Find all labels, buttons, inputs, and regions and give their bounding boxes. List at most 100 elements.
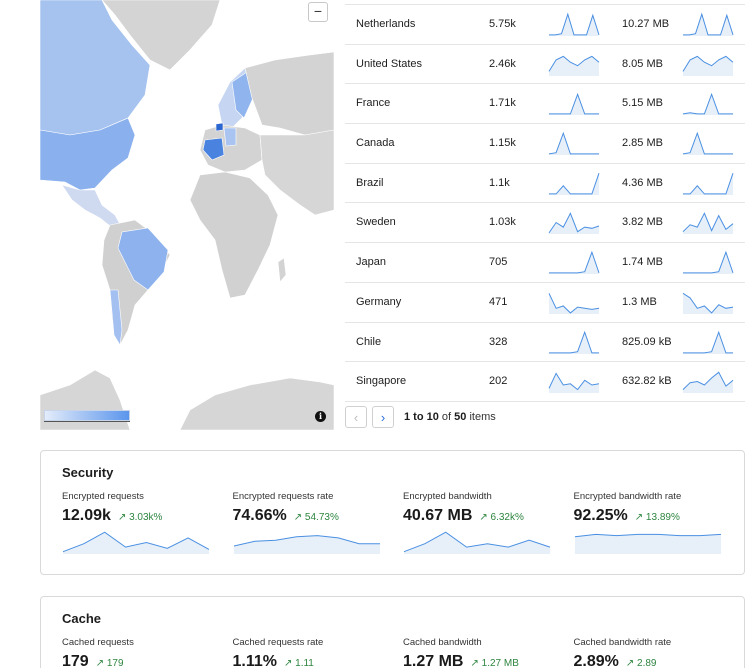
country-name: France bbox=[356, 97, 391, 110]
country-name: Sweden bbox=[356, 216, 396, 229]
metric-label: Encrypted bandwidth rate bbox=[573, 491, 682, 502]
country-name: Brazil bbox=[356, 176, 384, 189]
country-bandwidth: 825.09 kB bbox=[622, 335, 672, 348]
pagination-items: items bbox=[469, 411, 496, 423]
country-requests: 1.71k bbox=[489, 97, 516, 110]
info-icon[interactable]: i bbox=[315, 411, 326, 422]
table-row[interactable]: Japan 705 1.74 MB bbox=[345, 243, 745, 283]
pagination: ‹ › 1 to 10 of 50 items bbox=[345, 406, 496, 428]
metric-value: 1.11% bbox=[232, 653, 277, 668]
metric-delta: ↗ 54.73% bbox=[293, 512, 339, 523]
metric-value: 1.27 MB bbox=[403, 653, 464, 668]
map-madagascar bbox=[277, 257, 287, 283]
country-requests: 471 bbox=[489, 295, 508, 308]
requests-sparkline bbox=[548, 55, 600, 76]
metric-cache-1: Cached requests rate 1.11% ↗ 1.11 bbox=[233, 637, 393, 668]
country-bandwidth: 1.74 MB bbox=[622, 256, 663, 269]
bandwidth-sparkline bbox=[682, 292, 734, 314]
security-card: Security Encrypted requests 12.09k ↗ 3.03k… bbox=[40, 450, 745, 575]
country-bandwidth: 2.85 MB bbox=[622, 137, 663, 150]
metric-cache-0: Cached requests 179 ↗ 179 bbox=[62, 637, 222, 668]
requests-sparkline-area bbox=[549, 252, 599, 275]
metric-security-2: Encrypted bandwidth 40.67 MB ↗ 6.32k% bbox=[403, 491, 563, 555]
requests-sparkline-line bbox=[549, 172, 600, 195]
table-row[interactable]: Netherlands 5.75k 10.27 MB bbox=[345, 5, 745, 45]
pagination-total: 50 bbox=[454, 411, 467, 423]
requests-sparkline bbox=[549, 172, 600, 195]
next-page-button[interactable]: › bbox=[372, 406, 394, 428]
metric-sparkline-area bbox=[233, 535, 380, 554]
requests-sparkline bbox=[548, 212, 600, 235]
bandwidth-sparkline-line bbox=[683, 172, 734, 195]
metric-value: 12.09k bbox=[62, 507, 111, 524]
table-row[interactable]: Sweden 1.03k 3.82 MB bbox=[345, 203, 745, 244]
metric-value: 92.25% bbox=[573, 507, 628, 524]
cache-title: Cache bbox=[62, 611, 102, 626]
metric-value: 40.67 MB bbox=[403, 507, 473, 524]
country-bandwidth: 4.36 MB bbox=[622, 176, 663, 189]
requests-sparkline-area bbox=[549, 14, 599, 36]
metric-label: Encrypted requests bbox=[62, 491, 144, 502]
country-bandwidth: 632.82 kB bbox=[622, 375, 672, 388]
metric-sparkline bbox=[233, 535, 380, 554]
requests-sparkline bbox=[549, 93, 599, 116]
country-name: Singapore bbox=[356, 375, 407, 388]
table-row[interactable]: Germany 471 1.3 MB bbox=[345, 283, 745, 323]
map-canvas[interactable] bbox=[40, 0, 334, 430]
country-requests: 1.15k bbox=[489, 137, 516, 150]
country-name: Canada bbox=[356, 137, 395, 150]
bandwidth-sparkline bbox=[683, 330, 733, 354]
country-name: Netherlands bbox=[356, 18, 416, 30]
map-africa bbox=[189, 171, 279, 299]
map-germany bbox=[223, 127, 237, 147]
bandwidth-sparkline-line bbox=[683, 330, 733, 353]
table-row[interactable]: Singapore 202 632.82 kB bbox=[345, 362, 745, 402]
bandwidth-sparkline bbox=[682, 131, 733, 156]
metric-value-row: 2.89% ↗ 2.89 bbox=[574, 653, 734, 668]
country-requests: 705 bbox=[489, 256, 508, 269]
country-table: Netherlands 5.75k 10.27 MB United States 2.4… bbox=[345, 0, 745, 402]
table-row[interactable]: Chile 328 825.09 kB bbox=[345, 323, 745, 363]
metric-label: Encrypted bandwidth bbox=[403, 491, 492, 502]
bandwidth-sparkline bbox=[682, 371, 734, 394]
requests-sparkline bbox=[548, 292, 600, 314]
metric-security-0: Encrypted requests 12.09k ↗ 3.03k% bbox=[62, 491, 222, 555]
country-requests: 5.75k bbox=[489, 18, 516, 30]
bandwidth-sparkline-area bbox=[683, 172, 733, 195]
country-bandwidth: 8.05 MB bbox=[622, 57, 663, 70]
metric-delta: ↗ 1.27 MB bbox=[470, 658, 519, 668]
pagination-range: 1 to 10 bbox=[404, 411, 439, 423]
metric-value-row: 40.67 MB ↗ 6.32k% bbox=[403, 507, 563, 525]
country-requests: 202 bbox=[489, 375, 508, 388]
metric-label: Cached bandwidth bbox=[403, 637, 482, 648]
metric-security-1: Encrypted requests rate 74.66% ↗ 54.73% bbox=[233, 491, 393, 555]
requests-sparkline-line bbox=[549, 330, 599, 353]
zoom-out-button[interactable]: − bbox=[308, 2, 328, 22]
world-map[interactable]: − i bbox=[40, 0, 334, 430]
metric-value-row: 74.66% ↗ 54.73% bbox=[233, 507, 393, 525]
country-bandwidth: 5.15 MB bbox=[622, 97, 663, 110]
cache-card: Cache Cached requests 179 ↗ 179 Cached requ… bbox=[40, 596, 745, 668]
requests-sparkline bbox=[548, 131, 599, 156]
country-bandwidth: 10.27 MB bbox=[622, 18, 670, 30]
metric-delta: ↗ 13.89% bbox=[634, 512, 680, 523]
metric-value: 179 bbox=[62, 653, 89, 668]
bandwidth-sparkline bbox=[683, 12, 734, 36]
metric-cache-3: Cached bandwidth rate 2.89% ↗ 2.89 bbox=[574, 637, 734, 668]
prev-page-button[interactable]: ‹ bbox=[345, 406, 367, 428]
country-name: United States bbox=[356, 57, 423, 70]
requests-sparkline-area bbox=[549, 373, 599, 394]
bandwidth-sparkline bbox=[682, 212, 734, 235]
metric-value-row: 12.09k ↗ 3.03k% bbox=[62, 507, 222, 525]
table-row[interactable]: Canada 1.15k 2.85 MB bbox=[345, 124, 745, 164]
metric-cache-2: Cached bandwidth 1.27 MB ↗ 1.27 MB bbox=[403, 637, 563, 668]
table-row[interactable]: United States 2.46k 8.05 MB bbox=[345, 45, 745, 85]
requests-sparkline-line bbox=[548, 131, 599, 155]
metric-sparkline bbox=[62, 531, 210, 554]
metric-sparkline-area bbox=[574, 534, 721, 554]
metric-value: 74.66% bbox=[232, 507, 287, 524]
table-row[interactable]: France 1.71k 5.15 MB bbox=[345, 84, 745, 125]
table-row[interactable]: Brazil 1.1k 4.36 MB bbox=[345, 164, 745, 204]
metric-label: Encrypted requests rate bbox=[232, 491, 334, 502]
metric-label: Cached requests bbox=[62, 637, 134, 648]
